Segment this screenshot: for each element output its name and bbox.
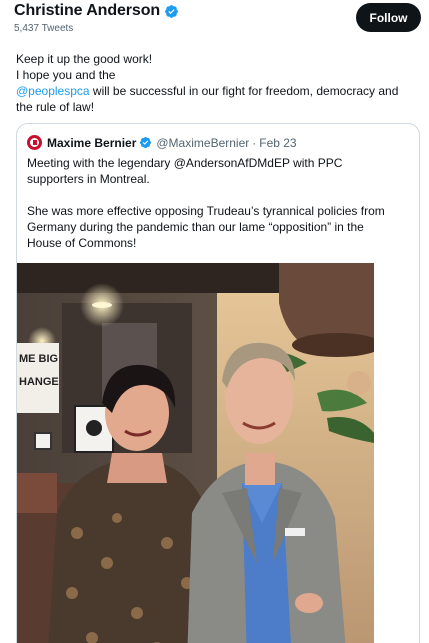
- quoted-author-name[interactable]: Maxime Bernier: [47, 136, 136, 150]
- quoted-author-handle[interactable]: @MaximeBernier: [156, 136, 249, 150]
- sign-text: HANGE: [19, 376, 59, 388]
- tweet-line: Keep it up the good work!: [16, 52, 153, 66]
- profile-header: Christine Anderson 5,437 Tweets Follow: [0, 0, 429, 40]
- follow-button[interactable]: Follow: [356, 3, 421, 32]
- tweet-line: I hope you and the: [16, 68, 116, 82]
- sign-text: ME BIG: [19, 353, 58, 365]
- quoted-line: She was more effective opposing Trudeau’…: [27, 204, 385, 218]
- tweet-photo[interactable]: ME BIG HANGE: [17, 263, 374, 643]
- quoted-tweet-header: Maxime Bernier @MaximeBernier · Feb 23: [27, 135, 297, 150]
- quoted-line: House of Commons!: [27, 236, 137, 250]
- mention-link[interactable]: @peoplespca: [16, 84, 90, 98]
- quoted-tweet[interactable]: Maxime Bernier @MaximeBernier · Feb 23 M…: [16, 123, 420, 643]
- tweet-line-rest: will be successful in our fight for free…: [89, 84, 399, 98]
- verified-badge-icon: [165, 4, 178, 18]
- quoted-line: Meeting with the legendary @AndersonAfDM…: [27, 156, 343, 170]
- ppc-logo-avatar[interactable]: [27, 135, 42, 150]
- quoted-tweet-date[interactable]: Feb 23: [259, 136, 296, 150]
- quoted-line: supporters in Montreal.: [27, 172, 150, 186]
- profile-name-row: Christine Anderson: [14, 2, 179, 20]
- tweet-count: 5,437 Tweets: [14, 23, 74, 34]
- tweet-text: Keep it up the good work! I hope you and…: [16, 51, 421, 115]
- quoted-tweet-text: Meeting with the legendary @AndersonAfDM…: [27, 155, 417, 251]
- profile-name[interactable]: Christine Anderson: [14, 2, 160, 20]
- tweet-line: the rule of law!: [16, 100, 95, 114]
- verified-badge-icon: [140, 136, 152, 149]
- tweet-line: @peoplespca will be successful in our fi…: [16, 83, 421, 99]
- photo-illustration: ME BIG HANGE: [17, 263, 374, 643]
- separator-dot: ·: [252, 135, 257, 150]
- quoted-line: Germany during the pandemic than our lam…: [27, 220, 364, 234]
